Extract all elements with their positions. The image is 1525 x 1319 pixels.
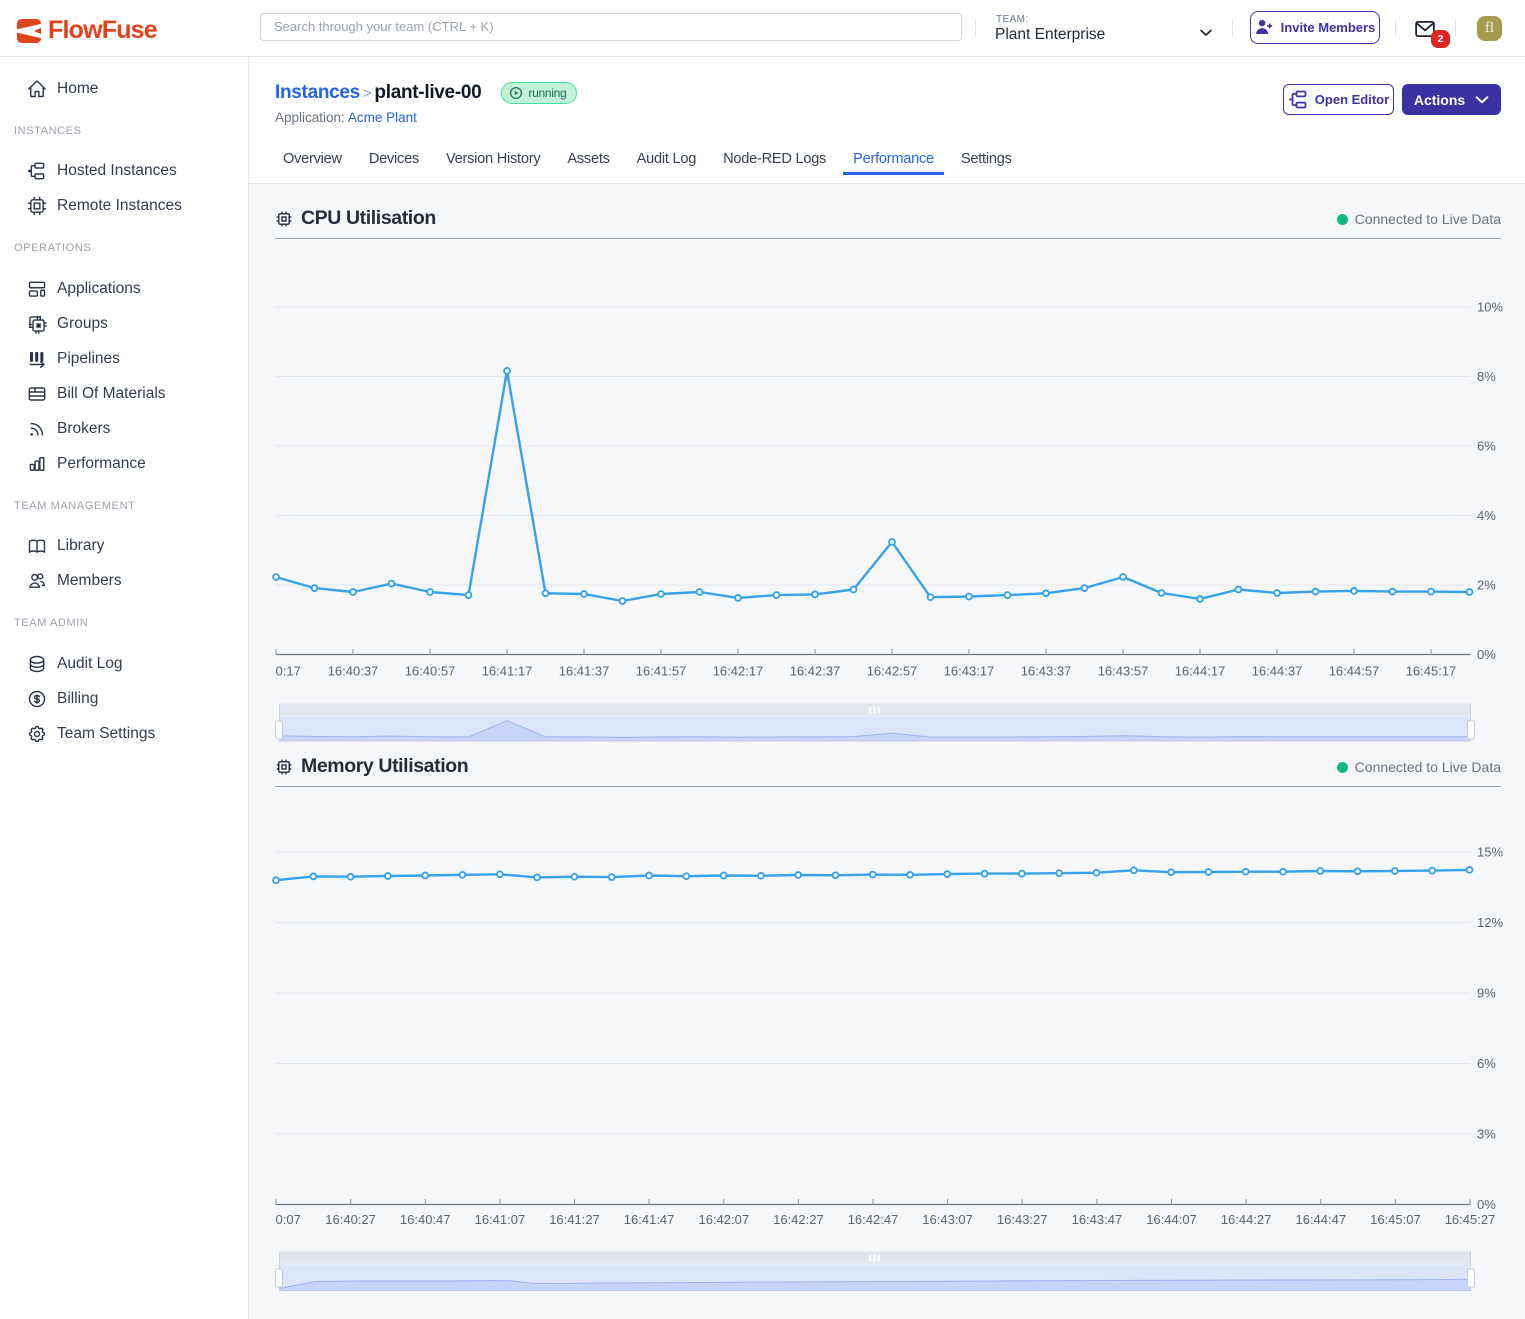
svg-text:4%: 4%	[1477, 508, 1496, 523]
svg-text:16:43:17: 16:43:17	[944, 664, 995, 679]
svg-text:2%: 2%	[1477, 578, 1496, 593]
svg-text:16:43:07: 16:43:07	[922, 1212, 973, 1227]
svg-text:16:45:07: 16:45:07	[1370, 1212, 1421, 1227]
svg-text:6%: 6%	[1477, 1056, 1496, 1071]
svg-text:16:40:47: 16:40:47	[400, 1212, 451, 1227]
svg-text:15%: 15%	[1477, 845, 1503, 860]
svg-text:16:44:57: 16:44:57	[1329, 664, 1380, 679]
svg-text:12%: 12%	[1477, 915, 1503, 930]
svg-text:10%: 10%	[1477, 300, 1503, 315]
svg-text:16:44:27: 16:44:27	[1221, 1212, 1272, 1227]
svg-text:0:07: 0:07	[276, 1212, 301, 1227]
svg-text:16:42:47: 16:42:47	[848, 1212, 899, 1227]
svg-text:6%: 6%	[1477, 439, 1496, 454]
svg-text:16:43:37: 16:43:37	[1021, 664, 1072, 679]
svg-text:16:43:47: 16:43:47	[1072, 1212, 1123, 1227]
svg-text:16:44:07: 16:44:07	[1146, 1212, 1197, 1227]
svg-text:16:44:17: 16:44:17	[1175, 664, 1226, 679]
svg-text:16:41:37: 16:41:37	[559, 664, 610, 679]
svg-text:3%: 3%	[1477, 1127, 1496, 1142]
svg-text:16:41:27: 16:41:27	[549, 1212, 600, 1227]
svg-text:16:43:57: 16:43:57	[1098, 664, 1149, 679]
svg-text:0%: 0%	[1477, 1197, 1496, 1212]
svg-text:16:40:57: 16:40:57	[405, 664, 456, 679]
svg-text:9%: 9%	[1477, 986, 1496, 1001]
svg-text:16:41:17: 16:41:17	[482, 664, 533, 679]
svg-text:16:41:07: 16:41:07	[475, 1212, 526, 1227]
svg-text:16:42:07: 16:42:07	[698, 1212, 749, 1227]
svg-text:16:45:17: 16:45:17	[1406, 664, 1457, 679]
svg-text:16:45:27: 16:45:27	[1445, 1212, 1496, 1227]
svg-text:16:42:37: 16:42:37	[790, 664, 841, 679]
svg-text:16:42:27: 16:42:27	[773, 1212, 824, 1227]
svg-text:0%: 0%	[1477, 647, 1496, 662]
svg-text:0:17: 0:17	[276, 664, 301, 679]
svg-text:16:42:57: 16:42:57	[867, 664, 918, 679]
svg-text:16:44:47: 16:44:47	[1295, 1212, 1346, 1227]
svg-text:16:40:27: 16:40:27	[325, 1212, 376, 1227]
svg-text:16:43:27: 16:43:27	[997, 1212, 1048, 1227]
svg-text:16:42:17: 16:42:17	[713, 664, 764, 679]
svg-text:8%: 8%	[1477, 369, 1496, 384]
svg-text:16:41:47: 16:41:47	[624, 1212, 675, 1227]
svg-text:16:40:37: 16:40:37	[328, 664, 379, 679]
svg-text:16:44:37: 16:44:37	[1252, 664, 1303, 679]
svg-text:16:41:57: 16:41:57	[636, 664, 687, 679]
